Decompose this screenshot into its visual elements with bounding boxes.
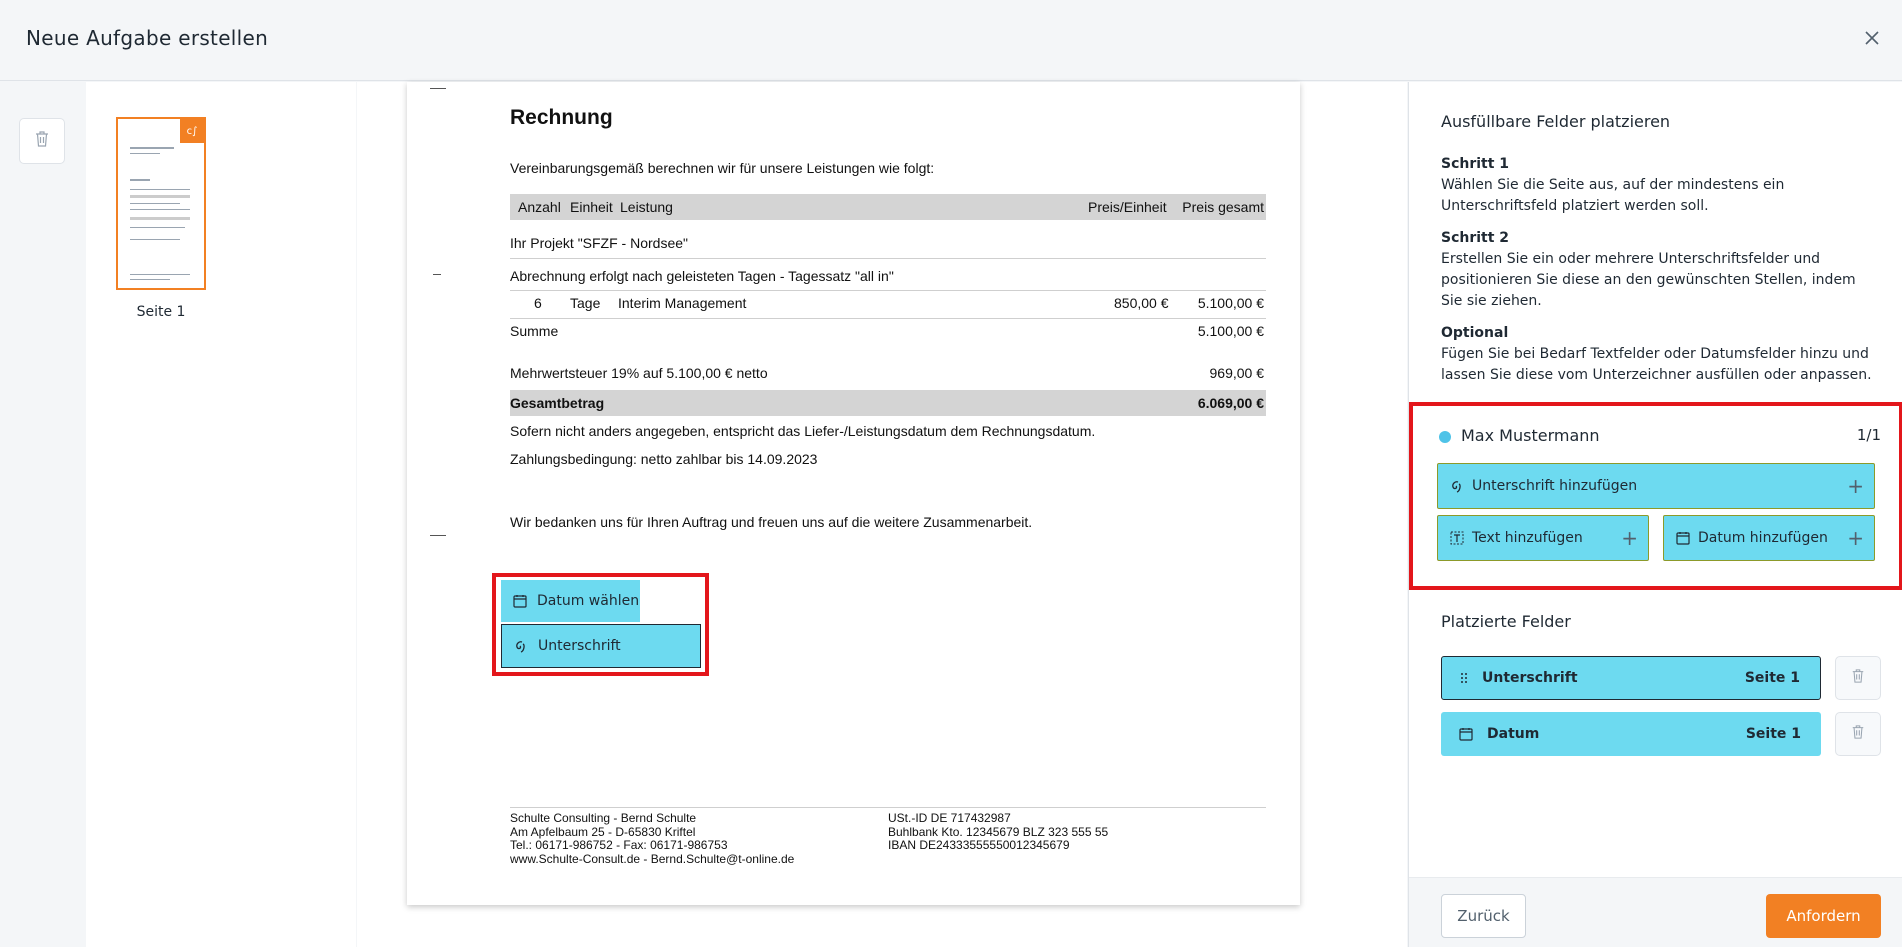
vat-label: Mehrwertsteuer 19% auf 5.100,00 € netto [510,365,768,381]
col-anzahl: Anzahl [518,199,561,215]
invoice-item-row: 6 Tage Interim Management 850,00 € 5.100… [510,295,1266,315]
add-text-button[interactable]: Text hinzufügen + [1437,515,1649,561]
delete-page-button[interactable] [19,118,65,164]
item-unit-price: 850,00 € [1114,295,1169,311]
delete-field-button[interactable] [1835,656,1881,700]
panel-footer: Zurück Anfordern [1409,877,1902,947]
project-line: Ihr Projekt "SFZF - Nordsee" [510,235,688,251]
text-field-icon [1450,531,1464,545]
placed-field-name: Unterschrift [1482,670,1578,686]
grand-total-value: 6.069,00 € [1197,395,1264,411]
calendar-icon [1676,531,1690,545]
signer-count: 1/1 [1856,426,1881,444]
panel-title: Ausfüllbare Felder platzieren [1441,112,1671,131]
footer-left-line: www.Schulte-Consult.de - Bernd.Schulte@t… [510,851,795,866]
calendar-icon [513,594,527,608]
thanks-text: Wir bedanken uns für Ihren Auftrag und f… [510,514,1033,530]
sum-row: Summe 5.100,00 € [510,323,1266,343]
col-leistung: Leistung [620,199,673,215]
dialog-header: Neue Aufgabe erstellen [0,0,1902,81]
signature-icon [514,639,528,653]
page-thumbnails: c∫ Seite 1 [86,82,356,947]
step-optional: Optional Fügen Sie bei Bedarf Textfelder… [1441,323,1881,386]
fields-panel: Ausfüllbare Felder platzieren Schritt 1 … [1408,82,1902,947]
payment-terms: Zahlungsbedingung: netto zahlbar bis 14.… [510,451,818,467]
signer-section: Max Mustermann 1/1 Unterschrift hinzufüg… [1409,402,1902,590]
footer-left-line: Schulte Consulting - Bernd Schulte [510,811,697,825]
left-rail [0,82,85,947]
trash-icon [34,130,50,152]
trash-icon [1851,724,1865,744]
placed-field-page: Seite 1 [1745,726,1801,742]
document-intro: Vereinbarungsgemäß berechnen wir für uns… [510,160,935,176]
logo-icon: c∫ [180,119,204,143]
signer-name: Max Mustermann [1461,426,1600,445]
item-desc: Interim Management [618,295,747,311]
footer-left-line: Am Apfelbaum 25 - D-65830 Kriftel [510,824,696,839]
step-1-title: Schritt 1 [1441,156,1510,172]
document-page[interactable]: Rechnung Vereinbarungsgemäß berechnen wi… [407,82,1300,905]
billing-note: Abrechnung erfolgt nach geleisteten Tage… [510,268,894,284]
add-text-label: Text hinzufügen [1472,530,1583,546]
col-einheit: Einheit [570,199,613,215]
placed-signature-field[interactable]: Unterschrift [501,624,701,668]
step-2: Schritt 2 Erstellen Sie ein oder mehrere… [1441,228,1881,312]
footer-left: Schulte Consulting - Bernd Schulte Am Ap… [510,811,795,866]
placed-fields-title: Platzierte Felder [1441,612,1571,631]
step-1-text: Wählen Sie die Seite aus, auf der mindes… [1441,177,1785,214]
col-preis-einheit: Preis/Einheit [1088,199,1167,215]
back-button[interactable]: Zurück [1441,894,1526,938]
placed-signature-label: Unterschrift [538,638,621,654]
sum-value: 5.100,00 € [1197,323,1264,339]
placed-date-label: Datum wählen [537,593,640,609]
document-heading: Rechnung [510,106,613,129]
footer-right-line: Buhlbank Kto. 12345679 BLZ 323 555 55 [888,824,1109,839]
dialog-title: Neue Aufgabe erstellen [26,26,269,50]
grand-total-row: Gesamtbetrag 6.069,00 € [510,390,1266,416]
footer-right-line: IBAN DE24333555550012345679 [888,838,1070,852]
placed-field-row[interactable]: Datum Seite 1 [1441,712,1821,756]
request-button[interactable]: Anfordern [1766,894,1881,938]
calendar-icon [1459,727,1473,741]
plus-icon: + [1847,526,1864,550]
signer-color-dot [1439,431,1451,443]
invoice-table-header: Anzahl Einheit Leistung Preis/Einheit Pr… [510,194,1266,220]
vat-row: Mehrwertsteuer 19% auf 5.100,00 € netto … [510,365,1266,385]
optional-text: Fügen Sie bei Bedarf Textfelder oder Dat… [1441,346,1872,383]
drag-handle-icon[interactable] [1460,671,1468,685]
delivery-note: Sofern nicht anders angegeben, entsprich… [510,423,1096,439]
add-date-button[interactable]: Datum hinzufügen + [1663,515,1875,561]
optional-title: Optional [1441,325,1509,341]
item-qty: 6 [534,295,542,311]
thumbnail-label: Seite 1 [136,304,186,320]
placed-field-name: Datum [1487,726,1540,742]
footer-right: USt.-ID DE 717432987 Buhlbank Kto. 12345… [888,811,1109,853]
close-icon[interactable] [1860,26,1884,50]
col-preis-gesamt: Preis gesamt [1182,199,1264,215]
plus-icon: + [1847,474,1864,498]
trash-icon [1851,668,1865,688]
placed-field-page: Seite 1 [1744,670,1800,686]
step-2-text: Erstellen Sie ein oder mehrere Unterschr… [1441,251,1856,309]
footer-left-line: Tel.: 06171-986752 - Fax: 06171-986753 [510,838,728,852]
add-signature-button[interactable]: Unterschrift hinzufügen + [1437,463,1875,509]
document-viewport[interactable]: Rechnung Vereinbarungsgemäß berechnen wi… [357,82,1407,947]
add-date-label: Datum hinzufügen [1698,530,1828,546]
page-thumbnail[interactable]: c∫ [116,117,206,290]
sum-label: Summe [510,323,559,339]
signature-icon [1450,479,1464,493]
placed-date-field[interactable]: Datum wählen [501,580,640,622]
placed-field-row[interactable]: Unterschrift Seite 1 [1441,656,1821,700]
item-unit: Tage [570,295,601,311]
grand-total-label: Gesamtbetrag [510,395,605,411]
step-1: Schritt 1 Wählen Sie die Seite aus, auf … [1441,154,1881,217]
plus-icon: + [1621,526,1638,550]
delete-field-button[interactable] [1835,712,1881,756]
item-total: 5.100,00 € [1197,295,1264,311]
vat-value: 969,00 € [1209,365,1265,381]
footer-right-line: USt.-ID DE 717432987 [888,811,1011,825]
step-2-title: Schritt 2 [1441,230,1510,246]
add-signature-label: Unterschrift hinzufügen [1472,478,1638,494]
